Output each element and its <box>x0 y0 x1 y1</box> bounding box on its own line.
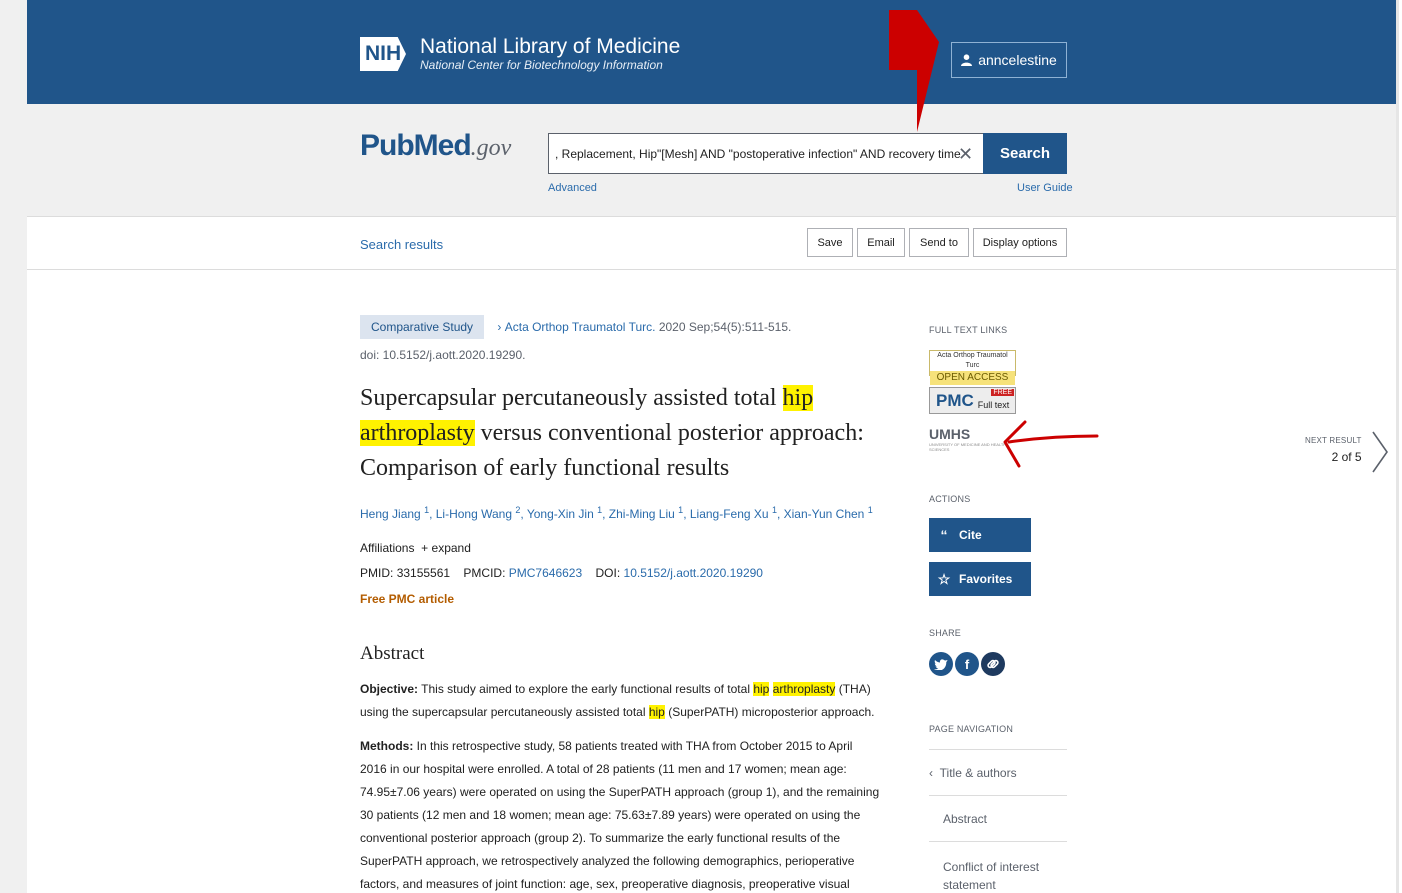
result-position: 2 of 5 <box>1331 450 1362 464</box>
account-button[interactable]: anncelestine <box>951 42 1067 78</box>
affiliations-toggle[interactable]: Affiliations + expand <box>360 541 471 555</box>
journal-link[interactable]: › Acta Orthop Traumatol Turc. <box>497 320 655 334</box>
doi-line: doi: 10.5152/j.aott.2020.19290. <box>360 348 526 362</box>
author-link[interactable]: Heng Jiang 1 <box>360 505 429 521</box>
save-button[interactable]: Save <box>807 228 853 257</box>
email-button[interactable]: Email <box>857 228 905 257</box>
send-to-button[interactable]: Send to <box>909 228 969 257</box>
article-identifiers: PMID: 33155561 PMCID: PMC7646623 DOI: 10… <box>360 566 763 580</box>
advanced-search-link[interactable]: Advanced <box>548 182 597 194</box>
facebook-icon[interactable]: f <box>955 652 979 676</box>
org-title: National Library of Medicine <box>420 35 681 58</box>
search-results-link[interactable]: Search results <box>360 237 443 252</box>
abstract-objective: Objective: This study aimed to explore t… <box>360 682 875 719</box>
chevron-right-icon[interactable] <box>1370 430 1390 474</box>
nav-title-authors[interactable]: ‹ Title & authors <box>929 749 1067 795</box>
nih-badge: NIH <box>360 37 406 71</box>
free-pmc-badge: Free PMC article <box>360 592 455 606</box>
author-link[interactable]: Liang-Feng Xu 1 <box>690 505 777 521</box>
quote-icon: “ <box>940 527 948 543</box>
nih-logo[interactable]: NIH National Library of Medicine Nationa… <box>360 36 680 72</box>
org-subtitle: National Center for Biotechnology Inform… <box>420 58 663 72</box>
full-text-links-heading: FULL TEXT LINKS <box>929 325 1008 335</box>
publisher-open-access-link[interactable]: Acta Orthop Traumatol Turc OPEN ACCESS <box>929 350 1016 385</box>
pmid-value: 33155561 <box>396 566 451 580</box>
share-buttons: f <box>929 652 1005 676</box>
user-guide-link[interactable]: User Guide <box>1017 182 1073 194</box>
permalink-icon[interactable] <box>981 652 1005 676</box>
nav-conflict-of-interest[interactable]: Conflict of interest statement <box>929 841 1067 893</box>
doi-link[interactable]: 10.5152/j.aott.2020.19290 <box>624 566 763 580</box>
star-icon: ☆ <box>937 570 951 587</box>
article-toolbar: Search results Save Email Send to Displa… <box>27 217 1399 270</box>
user-icon <box>961 54 973 66</box>
clear-search-icon[interactable]: ✕ <box>958 144 973 165</box>
plus-icon: + <box>421 541 429 555</box>
nav-abstract[interactable]: Abstract <box>929 795 1067 841</box>
chevron-left-icon: ‹ <box>929 766 933 780</box>
share-heading: SHARE <box>929 628 962 638</box>
author-link[interactable]: Xian-Yun Chen 1 <box>784 505 873 521</box>
abstract-methods: Methods: In this retrospective study, 58… <box>360 739 880 891</box>
author-link[interactable]: Yong-Xin Jin 1 <box>527 505 602 521</box>
browser-viewport: NIH National Library of Medicine Nationa… <box>27 0 1399 893</box>
search-button[interactable]: Search <box>983 133 1067 174</box>
search-input[interactable]: , Replacement, Hip"[Mesh] AND "postopera… <box>548 133 984 174</box>
pmc-full-text-link[interactable]: PMC Full text FREE <box>929 387 1016 414</box>
pmcid-link[interactable]: PMC7646623 <box>509 566 582 580</box>
author-list: Heng Jiang 1, Li-Hong Wang 2, Yong-Xin J… <box>360 505 873 521</box>
search-bar-area: PubMed.gov , Replacement, Hip"[Mesh] AND… <box>27 104 1399 217</box>
nih-header: NIH National Library of Medicine Nationa… <box>27 0 1399 104</box>
actions-heading: ACTIONS <box>929 494 971 504</box>
abstract-heading: Abstract <box>360 643 425 664</box>
account-name: anncelestine <box>978 52 1057 68</box>
page-navigation-heading: PAGE NAVIGATION <box>929 724 1014 734</box>
author-link[interactable]: Zhi-Ming Liu 1 <box>609 505 683 521</box>
red-left-arrow-annotation <box>1003 420 1099 468</box>
article-meta: Comparative Study › Acta Orthop Traumato… <box>360 315 791 339</box>
article-type-badge[interactable]: Comparative Study <box>360 315 485 339</box>
display-options-button[interactable]: Display options <box>973 228 1067 257</box>
favorites-button[interactable]: ☆ Favorites <box>929 562 1031 596</box>
window-left-edge <box>0 0 27 893</box>
author-link[interactable]: Li-Hong Wang 2 <box>436 505 521 521</box>
cite-button[interactable]: “ Cite <box>929 518 1031 552</box>
citation-info: 2020 Sep;54(5):511-515. <box>658 320 792 334</box>
window-right-edge <box>1396 0 1399 893</box>
next-result-link[interactable]: NEXT RESULT 2 of 5 <box>1305 436 1362 464</box>
article-title: Supercapsular percutaneously assisted to… <box>360 385 864 481</box>
twitter-icon[interactable] <box>929 652 953 676</box>
pubmed-logo[interactable]: PubMed.gov <box>360 129 511 163</box>
red-down-arrow-annotation <box>889 10 939 132</box>
